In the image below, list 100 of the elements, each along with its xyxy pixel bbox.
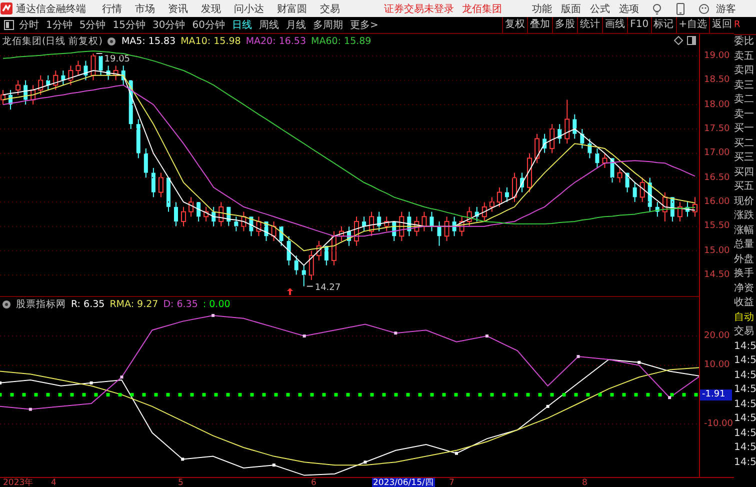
period-tab[interactable]: 周线: [258, 18, 279, 32]
quote-label: 卖四: [734, 64, 755, 78]
panel-toggle-icon[interactable]: [4, 20, 14, 30]
chart-title: 龙佰集团(日线 前复权): [2, 35, 102, 48]
candlestick: [617, 167, 622, 184]
quote-label: 现价: [734, 194, 755, 208]
date-label: 6: [310, 478, 318, 487]
candlestick: [188, 196, 194, 218]
period-tab[interactable]: 日线: [232, 18, 252, 32]
trade-time: 14:5: [734, 354, 756, 368]
period-tab[interactable]: 60分钟: [192, 18, 225, 32]
menu-item[interactable]: 功能: [532, 2, 552, 16]
period-tab[interactable]: 15分钟: [112, 18, 146, 32]
price-annotation: 19.05: [104, 54, 130, 64]
app-title: 通达信金融终端: [16, 2, 86, 16]
quote-label: 买五: [734, 180, 755, 194]
candlestick: [377, 211, 382, 232]
point: [364, 460, 367, 464]
candlestick: [504, 186, 509, 203]
candlestick: [196, 202, 201, 222]
candlestick: [489, 196, 494, 212]
axis-label: -10.00: [704, 419, 734, 429]
menu-item[interactable]: 资讯: [168, 2, 188, 16]
candlestick: [482, 202, 487, 222]
candlestick: [76, 60, 81, 76]
candlestick: [595, 148, 600, 168]
trade-time: 14:5: [734, 340, 756, 354]
period-tab[interactable]: 多周期: [312, 18, 343, 32]
quote-label: 交易: [734, 325, 755, 339]
quote-label: 买三: [734, 151, 755, 165]
toolbar-button[interactable]: F10: [627, 17, 651, 33]
date-label: 4: [50, 478, 58, 487]
candlestick: [422, 211, 427, 232]
candlestick: [437, 221, 442, 246]
trade-time: 14:5: [734, 412, 756, 426]
toolbar-button[interactable]: 复权: [502, 17, 528, 33]
menu-item[interactable]: 问小达: [234, 2, 264, 16]
ma-legend: MA5: 15.83: [121, 36, 176, 47]
period-tab[interactable]: 月线: [286, 18, 306, 32]
quote-label: 卖一: [734, 108, 755, 122]
diamond-icon[interactable]: [674, 36, 683, 45]
menu-item[interactable]: 市场: [135, 2, 155, 16]
axis-label: 14.50: [704, 270, 730, 280]
user-name[interactable]: 游客: [716, 2, 736, 16]
toolbar-button[interactable]: 画线: [602, 17, 628, 33]
quote-label: 卖五: [734, 50, 755, 64]
candlestick: [0, 90, 6, 106]
period-tab[interactable]: 更多>: [350, 18, 378, 32]
period-tab[interactable]: 分时: [19, 18, 39, 32]
candlestick: [496, 186, 502, 208]
axis-label: 17.50: [704, 124, 730, 134]
menu-item[interactable]: 公式: [590, 2, 610, 16]
axis-label: 16.00: [704, 197, 730, 208]
quote-label: 买四: [734, 166, 755, 180]
toolbar-button[interactable]: 返回: [709, 17, 734, 33]
toolbar-button[interactable]: 标记: [650, 17, 676, 33]
toolbar-button[interactable]: +自选: [676, 17, 709, 33]
axis-label: 17.00: [704, 148, 730, 158]
menu-item[interactable]: 发现: [201, 2, 221, 16]
date-label: 2023/06/15/四: [372, 478, 435, 487]
trade-time: 14:5: [734, 426, 756, 440]
indicator-legend: D: 6.35: [163, 299, 198, 310]
indicator-legend: RMA: 9.27: [110, 299, 158, 310]
toolbar-button[interactable]: 统计: [577, 17, 602, 33]
date-label: 2023年: [2, 478, 35, 487]
ma-legend: MA20: 16.53: [246, 36, 306, 47]
settings-icon[interactable]: [2, 300, 11, 309]
date-label: 8: [581, 478, 588, 487]
menu-item[interactable]: 选项: [619, 2, 639, 16]
period-tab[interactable]: 1分钟: [46, 18, 72, 32]
toolbar-button[interactable]: 多股: [552, 17, 578, 33]
face-icon[interactable]: [698, 2, 710, 14]
candlestick: [602, 152, 608, 168]
menu-item[interactable]: 财富圆: [277, 2, 307, 16]
stock-name: 龙佰集团: [462, 2, 502, 16]
candlestick: [84, 60, 88, 81]
phone-icon[interactable]: [676, 2, 685, 14]
menu-item[interactable]: 版面: [561, 2, 581, 16]
candlestick: [234, 216, 238, 232]
settings-icon[interactable]: [107, 37, 116, 46]
quote-label: 总量: [734, 238, 755, 252]
period-tab[interactable]: 5分钟: [79, 18, 106, 32]
period-tab[interactable]: 30分钟: [152, 18, 186, 32]
quote-label: 委比: [734, 35, 755, 49]
ma-legend: MA60: 15.89: [311, 36, 372, 47]
menu-item[interactable]: 行情: [102, 2, 122, 16]
candlestick: [158, 172, 164, 198]
candlestick: [61, 70, 66, 86]
bulb-icon[interactable]: [651, 2, 663, 14]
toolbar-button[interactable]: 叠加: [527, 17, 552, 33]
axis-label: 19.00: [704, 50, 730, 61]
point: [272, 464, 276, 467]
candlestick: [632, 182, 637, 203]
menu-item[interactable]: 交易: [320, 2, 340, 16]
axis-label: 16.50: [704, 172, 730, 183]
quote-label: 买二: [734, 136, 755, 150]
axis-label: 10.00: [704, 360, 730, 370]
login-status[interactable]: 证券交易未登录: [384, 2, 454, 16]
panel-icon[interactable]: [687, 36, 696, 45]
candlestick: [98, 55, 103, 76]
